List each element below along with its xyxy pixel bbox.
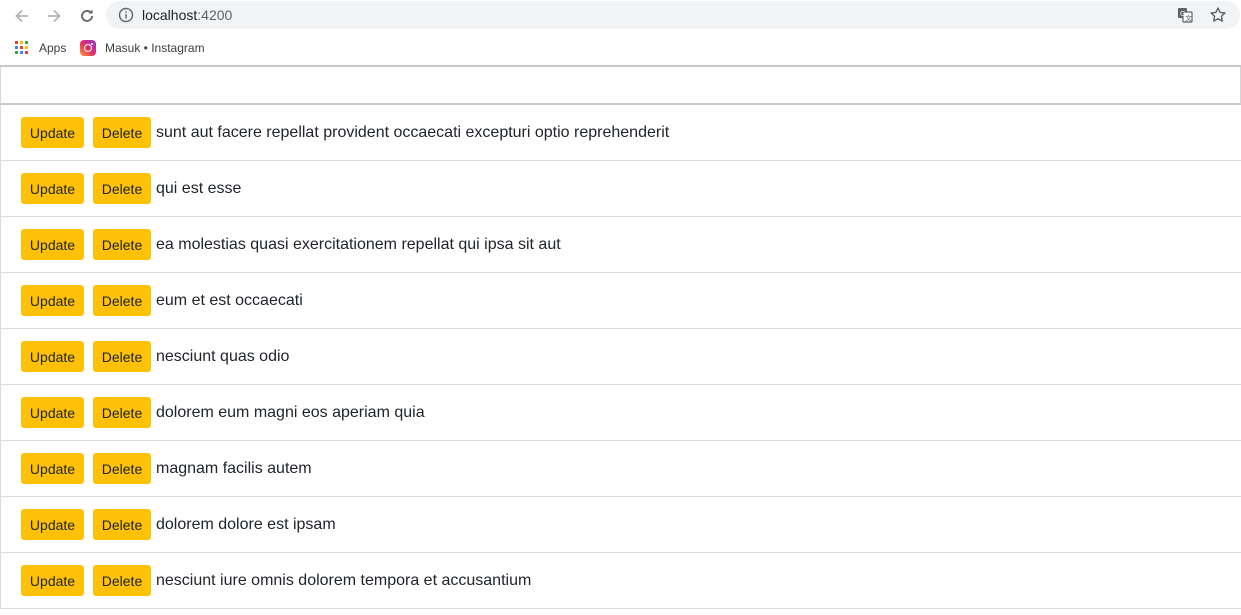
post-list: Update Delete sunt aut facere repellat p… (0, 105, 1241, 609)
update-button[interactable]: Update (21, 509, 84, 540)
list-item: Update Delete qui est esse (0, 161, 1241, 217)
delete-button[interactable]: Delete (93, 453, 151, 484)
item-title: nesciunt quas odio (156, 347, 290, 365)
list-item: Update Delete nesciunt quas odio (0, 329, 1241, 385)
delete-button[interactable]: Delete (93, 229, 151, 260)
bookmark-instagram[interactable]: Masuk • Instagram (80, 37, 205, 59)
list-item: Update Delete ea molestias quasi exercit… (0, 217, 1241, 273)
delete-button[interactable]: Delete (93, 117, 151, 148)
list-item: Update Delete eum et est occaecati (0, 273, 1241, 329)
forward-arrow-icon[interactable] (42, 4, 66, 28)
back-arrow-icon[interactable] (10, 4, 34, 28)
item-title: eum et est occaecati (156, 291, 303, 309)
translate-icon[interactable]: G文 (1177, 7, 1193, 23)
item-title: magnam facilis autem (156, 459, 312, 477)
url-port: :4200 (197, 7, 233, 23)
list-item: Update Delete magnam facilis autem (0, 441, 1241, 497)
instagram-icon (80, 40, 96, 56)
update-button[interactable]: Update (21, 173, 84, 204)
bookmarks-bar: Apps Masuk • Instagram (0, 32, 1241, 65)
url-host: localhost (142, 7, 198, 23)
delete-button[interactable]: Delete (93, 285, 151, 316)
item-title: dolorem dolore est ipsam (156, 515, 336, 533)
update-button[interactable]: Update (21, 397, 84, 428)
list-item: Update Delete dolorem eum magni eos aper… (0, 385, 1241, 441)
address-bar[interactable]: localhost:4200 G文 (106, 1, 1240, 29)
delete-button[interactable]: Delete (93, 509, 151, 540)
update-button[interactable]: Update (21, 341, 84, 372)
delete-button[interactable]: Delete (93, 341, 151, 372)
update-button[interactable]: Update (21, 453, 84, 484)
title-input[interactable] (0, 67, 1241, 105)
info-icon[interactable] (118, 7, 134, 23)
bookmark-apps[interactable]: Apps (14, 37, 66, 59)
list-item: Update Delete nesciunt iure omnis dolore… (0, 553, 1241, 609)
update-button[interactable]: Update (21, 229, 84, 260)
item-title: sunt aut facere repellat provident occae… (156, 123, 670, 141)
bookmark-label: Apps (39, 41, 67, 55)
apps-grid-icon (14, 40, 30, 56)
update-button[interactable]: Update (21, 117, 84, 148)
item-title: dolorem eum magni eos aperiam quia (156, 403, 425, 421)
browser-toolbar: localhost:4200 G文 (0, 0, 1241, 32)
bookmark-label: Masuk • Instagram (105, 41, 205, 55)
bookmark-star-icon[interactable] (1209, 6, 1227, 24)
update-button[interactable]: Update (21, 285, 84, 316)
delete-button[interactable]: Delete (93, 397, 151, 428)
update-button[interactable]: Update (21, 565, 84, 596)
delete-button[interactable]: Delete (93, 173, 151, 204)
item-title: qui est esse (156, 179, 242, 197)
reload-icon[interactable] (75, 4, 99, 28)
item-title: nesciunt iure omnis dolorem tempora et a… (156, 571, 532, 589)
url-text: localhost:4200 (142, 7, 232, 23)
delete-button[interactable]: Delete (93, 565, 151, 596)
svg-text:文: 文 (1185, 14, 1192, 23)
page-content: Update Delete sunt aut facere repellat p… (0, 65, 1241, 609)
list-item: Update Delete dolorem dolore est ipsam (0, 497, 1241, 553)
list-item: Update Delete sunt aut facere repellat p… (0, 105, 1241, 161)
item-title: ea molestias quasi exercitationem repell… (156, 235, 561, 253)
